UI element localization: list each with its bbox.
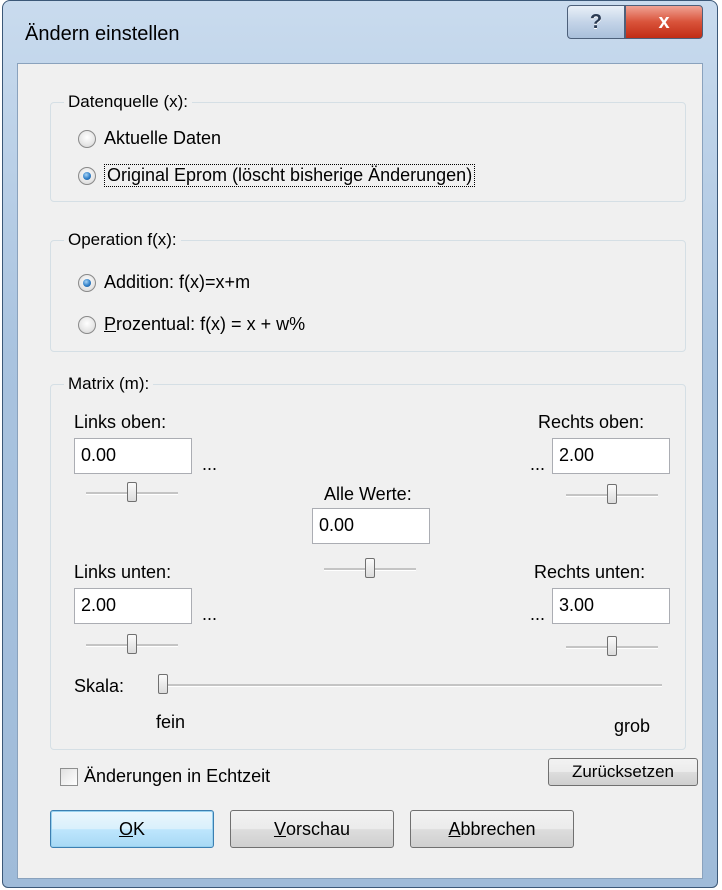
echtzeit-checkbox[interactable]: [60, 768, 78, 786]
radio-label: Addition: f(x)=x+m: [104, 272, 251, 292]
radio-prozentual[interactable]: Prozentual: f(x) = x + w%: [78, 314, 305, 335]
skala-min-label: fein: [156, 712, 186, 732]
links-unten-label: Links unten:: [74, 562, 172, 582]
slider-thumb[interactable]: [365, 558, 375, 578]
matrix-group-label: Matrix (m):: [64, 374, 154, 394]
slider-thumb[interactable]: [607, 484, 617, 504]
links-oben-slider[interactable]: [86, 482, 178, 502]
rechts-oben-label: Rechts oben:: [538, 412, 645, 432]
alle-werte-input[interactable]: 0.00: [312, 508, 430, 544]
rechts-unten-input[interactable]: 3.00: [552, 588, 670, 624]
slider-thumb[interactable]: [127, 482, 137, 502]
operation-group: [50, 240, 686, 352]
window-title: Ändern einstellen: [25, 23, 180, 45]
alle-werte-slider[interactable]: [324, 558, 416, 578]
dialog-client-area: Datenquelle (x): Aktuelle Daten Original…: [17, 63, 703, 879]
links-unten-ellipsis: ...: [202, 604, 218, 624]
operation-group-label: Operation f(x):: [64, 230, 181, 250]
skala-label: Skala:: [74, 676, 125, 696]
radio-addition[interactable]: Addition: f(x)=x+m: [78, 272, 250, 293]
datenquelle-group-label: Datenquelle (x):: [64, 92, 193, 112]
rechts-oben-ellipsis: ...: [530, 454, 546, 474]
radio-icon[interactable]: [78, 315, 96, 334]
cancel-button[interactable]: Abbrechen: [410, 810, 574, 848]
echtzeit-label: Änderungen in Echtzeit: [84, 766, 271, 786]
rechts-unten-ellipsis: ...: [530, 604, 546, 624]
slider-thumb[interactable]: [158, 674, 168, 694]
slider-thumb[interactable]: [607, 636, 617, 656]
radio-icon[interactable]: [78, 129, 96, 148]
alle-werte-label: Alle Werte:: [324, 484, 412, 504]
rechts-oben-input[interactable]: 2.00: [552, 438, 670, 474]
rechts-unten-slider[interactable]: [566, 636, 658, 656]
radio-label: Original Eprom (löscht bisherige Änderun…: [104, 164, 476, 187]
help-button[interactable]: ?: [567, 5, 625, 39]
rechts-oben-slider[interactable]: [566, 484, 658, 504]
radio-checked-icon[interactable]: [78, 166, 96, 185]
close-button[interactable]: x: [625, 5, 703, 39]
ok-button[interactable]: OK: [50, 810, 214, 848]
rechts-unten-label: Rechts unten:: [534, 562, 646, 582]
radio-aktuelle-daten[interactable]: Aktuelle Daten: [78, 128, 221, 149]
help-icon: ?: [589, 10, 603, 33]
slider-thumb[interactable]: [127, 634, 137, 654]
reset-button[interactable]: Zurücksetzen: [548, 758, 698, 786]
title-bar[interactable]: Ändern einstellen ? x: [3, 1, 717, 63]
radio-label: Prozentual: f(x) = x + w%: [104, 314, 306, 334]
links-oben-ellipsis: ...: [202, 454, 218, 474]
skala-slider[interactable]: [158, 674, 662, 694]
dialog-window: Ändern einstellen ? x Datenquelle (x): A…: [2, 0, 718, 888]
datenquelle-group: [50, 102, 686, 202]
links-unten-input[interactable]: 2.00: [74, 588, 192, 624]
preview-button[interactable]: Vorschau: [230, 810, 394, 848]
links-unten-slider[interactable]: [86, 634, 178, 654]
skala-max-label: grob: [614, 716, 651, 736]
close-icon: x: [658, 10, 670, 33]
links-oben-label: Links oben:: [74, 412, 167, 432]
radio-label: Aktuelle Daten: [104, 128, 222, 148]
radio-original-eprom[interactable]: Original Eprom (löscht bisherige Änderun…: [78, 164, 476, 187]
radio-checked-icon[interactable]: [78, 273, 96, 292]
links-oben-input[interactable]: 0.00: [74, 438, 192, 474]
